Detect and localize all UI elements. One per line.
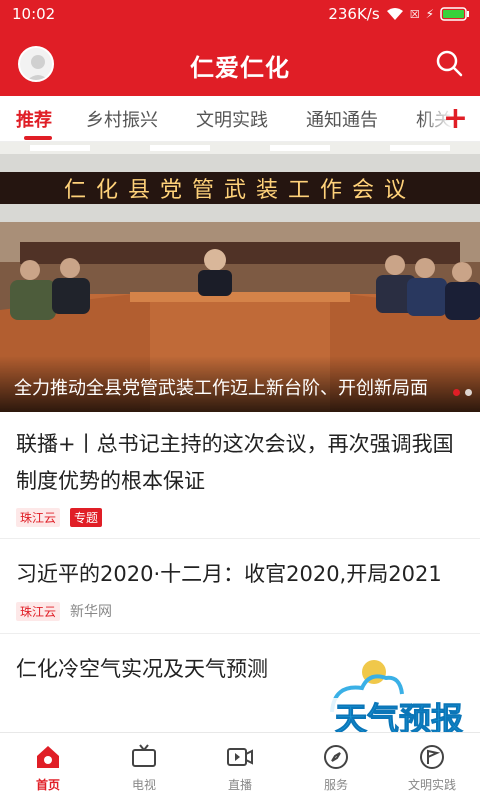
news-meta: 珠江云 专题 bbox=[16, 508, 464, 527]
nav-civilization[interactable]: 文明实践 bbox=[384, 733, 480, 800]
source-tag: 珠江云 bbox=[16, 601, 61, 621]
wifi-icon bbox=[386, 7, 404, 21]
tab-recommend[interactable]: 推荐 bbox=[16, 106, 52, 132]
banner-caption[interactable]: 全力推动全县党管武装工作迈上新台阶、开创新局面 bbox=[14, 374, 444, 400]
nav-label: 文明实践 bbox=[407, 778, 456, 792]
news-source: 新华网 bbox=[70, 604, 113, 620]
live-icon bbox=[227, 748, 253, 766]
news-title[interactable]: 联播+丨总书记主持的这次会议，再次强调我国制度优势的根本保证 bbox=[16, 426, 464, 500]
news-title[interactable]: 习近平的2020·十二月：收官2020,开局2021 bbox=[16, 556, 464, 593]
news-item[interactable]: 联播+丨总书记主持的这次会议，再次强调我国制度优势的根本保证 珠江云 专题 bbox=[0, 416, 480, 539]
category-tabs: 推荐 乡村振兴 文明实践 通知通告 机关 + bbox=[0, 96, 480, 142]
nav-tv[interactable]: 电视 bbox=[96, 733, 192, 800]
home-icon bbox=[37, 746, 59, 768]
flag-icon bbox=[420, 745, 444, 769]
app-title: 仁爱仁化 bbox=[190, 54, 290, 82]
status-bar: 10:02 236K/s ☒ ⚡ bbox=[0, 0, 480, 30]
nav-service[interactable]: 服务 bbox=[288, 733, 384, 800]
tab-rural-revitalization[interactable]: 乡村振兴 bbox=[86, 106, 158, 132]
tab-notices[interactable]: 通知通告 bbox=[306, 106, 378, 132]
nav-label: 直播 bbox=[227, 778, 252, 792]
charging-icon: ⚡ bbox=[425, 7, 434, 21]
status-time: 10:02 bbox=[12, 5, 56, 23]
search-icon[interactable] bbox=[434, 48, 464, 78]
tab-civilization-practice[interactable]: 文明实践 bbox=[196, 106, 268, 132]
nav-label: 服务 bbox=[323, 778, 348, 792]
topic-tag: 专题 bbox=[70, 508, 103, 527]
battery-icon bbox=[440, 7, 470, 21]
weather-forecast-logo: 天气预报 bbox=[324, 660, 474, 738]
carousel-dots bbox=[453, 389, 472, 396]
app-header: 仁爱仁化 bbox=[0, 30, 480, 96]
nav-label: 电视 bbox=[131, 778, 156, 792]
nav-home[interactable]: 首页 bbox=[0, 733, 96, 800]
active-tab-indicator bbox=[24, 136, 52, 140]
tv-icon bbox=[132, 744, 156, 767]
add-tab-icon[interactable]: + bbox=[443, 104, 468, 134]
carousel-dot[interactable] bbox=[465, 389, 472, 396]
news-meta: 珠江云 新华网 bbox=[16, 601, 464, 621]
carousel-dot[interactable] bbox=[453, 389, 460, 396]
meeting-sign-text: 仁化县党管武装工作会议 bbox=[64, 177, 416, 202]
sim-icon: ☒ bbox=[409, 7, 420, 21]
compass-icon bbox=[324, 745, 348, 769]
nav-label: 首页 bbox=[35, 778, 60, 792]
headline-banner[interactable]: 仁化县党管武装工作会议 全力推动全县党管武装工作迈上新台阶、开创新局面 bbox=[0, 142, 480, 412]
bottom-nav: 首页 电视 直播 服务 文明实践 bbox=[0, 732, 480, 800]
news-item[interactable]: 习近平的2020·十二月：收官2020,开局2021 珠江云 新华网 bbox=[0, 540, 480, 634]
net-speed: 236K/s bbox=[328, 5, 380, 23]
source-tag: 珠江云 bbox=[16, 508, 61, 527]
status-right: 236K/s ☒ ⚡ bbox=[328, 5, 470, 23]
top-bar: 10:02 236K/s ☒ ⚡ 仁爱仁化 bbox=[0, 0, 480, 96]
nav-live[interactable]: 直播 bbox=[192, 733, 288, 800]
